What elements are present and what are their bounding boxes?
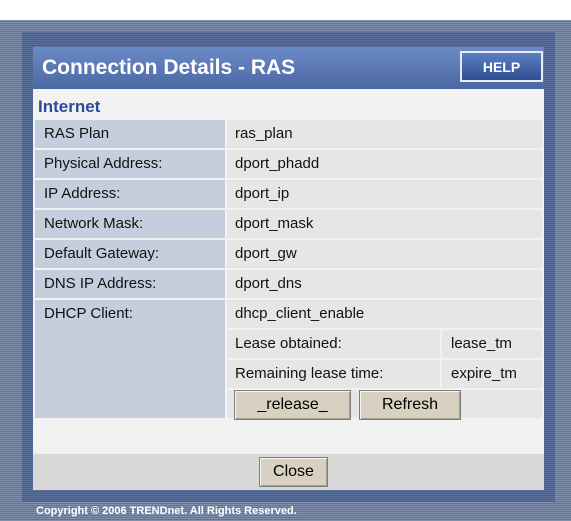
lease-obtained-label: Lease obtained: xyxy=(227,330,440,358)
table-row: RAS Plan ras_plan xyxy=(35,120,542,148)
table-row: DNS IP Address: dport_dns xyxy=(35,270,542,298)
table-row: Physical Address: dport_phadd xyxy=(35,150,542,178)
dhcp-buttons-cell: _release_ Refresh xyxy=(227,390,542,420)
row-value: dport_ip xyxy=(227,180,542,208)
table-row: IP Address: dport_ip xyxy=(35,180,542,208)
table-row: Default Gateway: dport_gw xyxy=(35,240,542,268)
row-label: Default Gateway: xyxy=(35,240,225,268)
top-band xyxy=(0,0,571,20)
row-value: dport_gw xyxy=(227,240,542,268)
dhcp-block: DHCP Client: dhcp_client_enable Lease ob… xyxy=(35,300,542,420)
row-label: Network Mask: xyxy=(35,210,225,238)
remaining-lease-value: expire_tm xyxy=(442,360,542,388)
row-value: dport_phadd xyxy=(227,150,542,178)
row-value: dport_mask xyxy=(227,210,542,238)
page-title: Connection Details - RAS xyxy=(42,56,296,79)
details-table: RAS Plan ras_plan Physical Address: dpor… xyxy=(35,120,542,420)
dhcp-client-value: dhcp_client_enable xyxy=(227,300,542,328)
row-value: ras_plan xyxy=(227,120,542,148)
lease-obtained-value: lease_tm xyxy=(442,330,542,358)
dialog-frame: Connection Details - RAS HELP Internet R… xyxy=(22,32,555,502)
help-button[interactable]: HELP xyxy=(460,51,543,82)
row-label: RAS Plan xyxy=(35,120,225,148)
title-bar: Connection Details - RAS HELP xyxy=(33,47,544,89)
remaining-lease-label: Remaining lease time: xyxy=(227,360,440,388)
row-label: IP Address: xyxy=(35,180,225,208)
dhcp-client-label: DHCP Client: xyxy=(35,300,225,418)
copyright-text: Copyright © 2006 TRENDnet. All Rights Re… xyxy=(36,505,297,517)
dialog-panel: Connection Details - RAS HELP Internet R… xyxy=(33,47,544,490)
bottom-bar: Close xyxy=(33,454,544,490)
row-value: dport_dns xyxy=(227,270,542,298)
refresh-button[interactable]: Refresh xyxy=(359,390,461,420)
release-button[interactable]: _release_ xyxy=(234,390,351,420)
close-button[interactable]: Close xyxy=(259,457,328,487)
row-label: Physical Address: xyxy=(35,150,225,178)
row-label: DNS IP Address: xyxy=(35,270,225,298)
table-row: Network Mask: dport_mask xyxy=(35,210,542,238)
section-title: Internet xyxy=(38,97,101,116)
